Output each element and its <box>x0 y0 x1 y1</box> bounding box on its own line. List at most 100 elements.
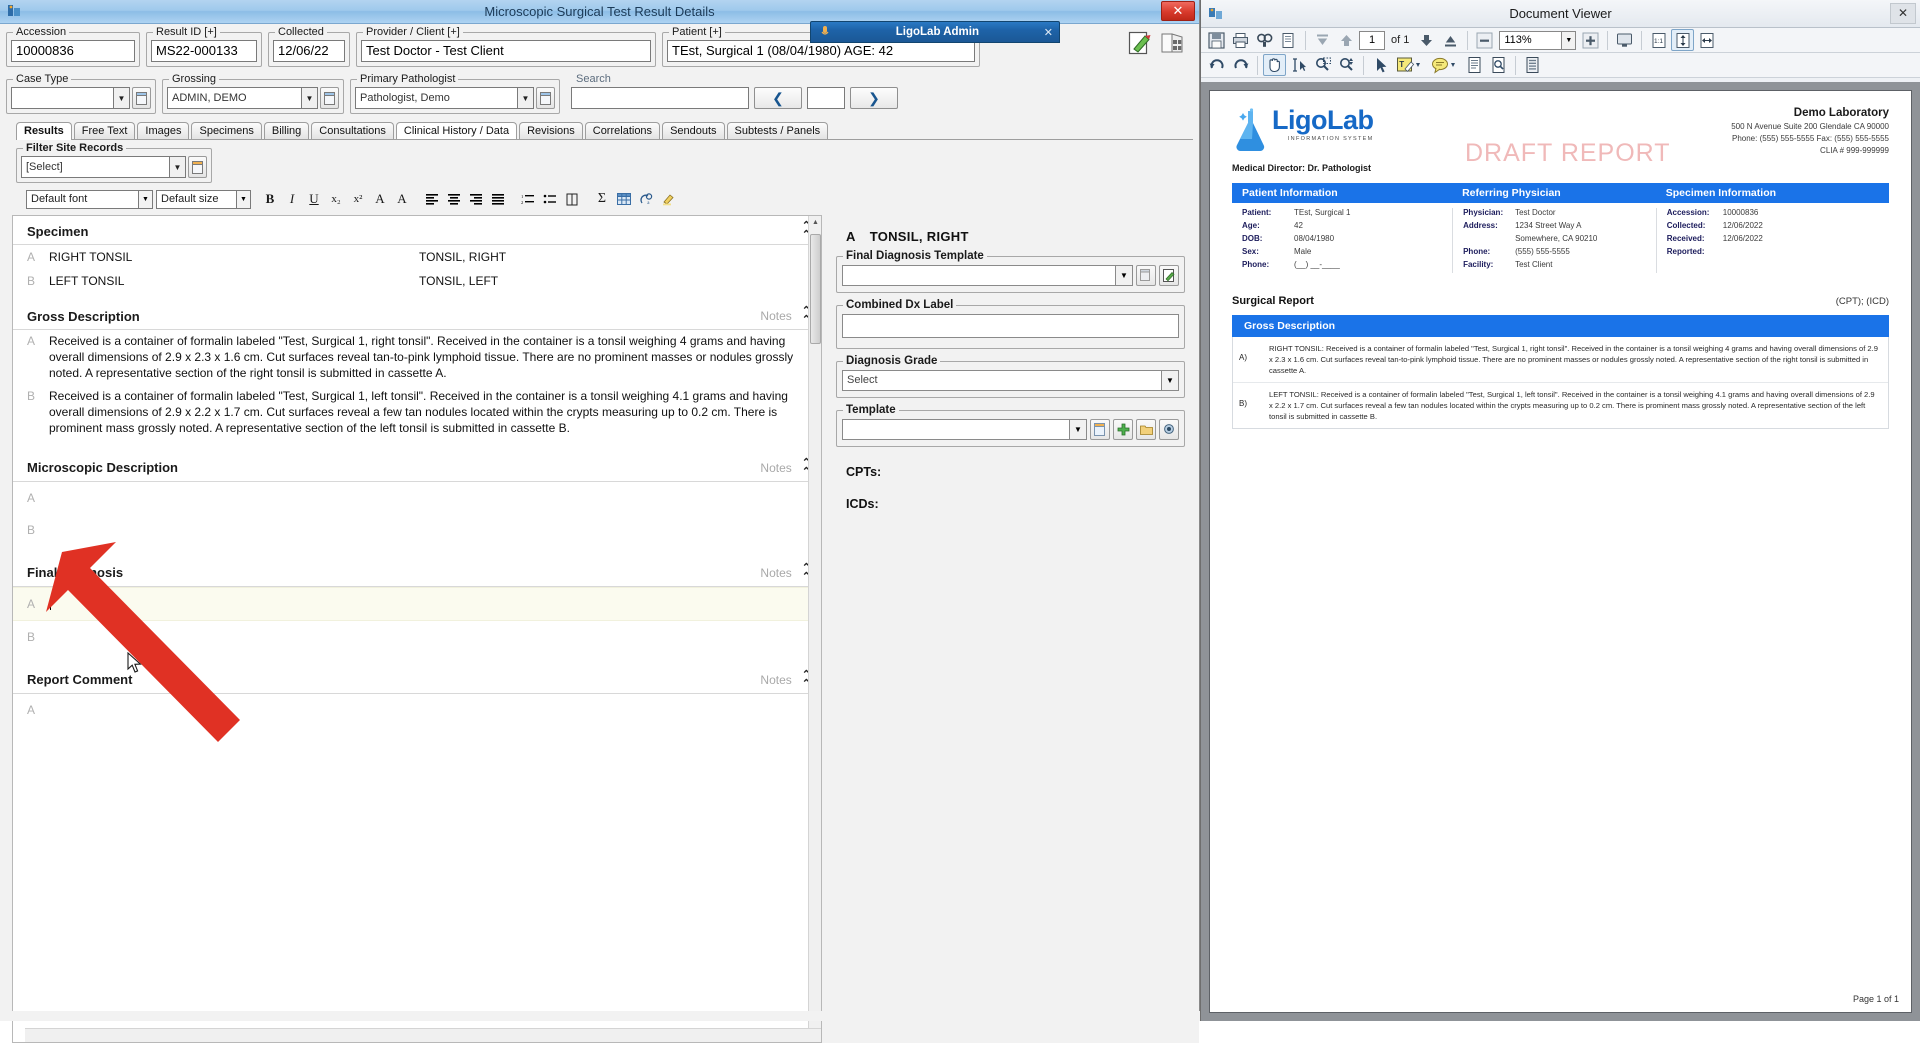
report-comment-notes-link[interactable]: Notes <box>760 673 791 687</box>
close-icon[interactable]: ✕ <box>1044 26 1053 39</box>
insert-field-button[interactable] <box>561 189 583 209</box>
insert-table-button[interactable] <box>613 189 635 209</box>
font-family-value[interactable]: Default font <box>26 189 138 209</box>
align-right-button[interactable] <box>465 189 487 209</box>
tab-revisions[interactable]: Revisions <box>519 122 583 139</box>
thumbnail-button[interactable] <box>1487 54 1510 76</box>
font-color-button[interactable]: A <box>369 189 391 209</box>
final-diagnosis-template-copy-button[interactable] <box>1136 265 1156 286</box>
tab-billing[interactable]: Billing <box>263 122 310 139</box>
rotate-right-button[interactable] <box>1229 54 1252 76</box>
chevron-down-icon[interactable]: ▼ <box>113 87 130 109</box>
next-page-button[interactable] <box>1415 29 1438 51</box>
search-counter[interactable] <box>807 87 845 109</box>
tab-subtests-panels[interactable]: Subtests / Panels <box>726 122 829 139</box>
chevron-down-icon[interactable]: ▼ <box>236 189 251 209</box>
case-type-lookup-button[interactable] <box>132 87 151 109</box>
item-text[interactable]: Received is a container of formalin labe… <box>49 334 805 381</box>
filter-lookup-button[interactable] <box>188 156 207 178</box>
tab-specimens[interactable]: Specimens <box>191 122 262 139</box>
zoom-rectangle-button[interactable] <box>1311 54 1334 76</box>
provider-client-value[interactable]: Test Doctor - Test Client <box>361 40 651 62</box>
pan-hand-button[interactable] <box>1263 54 1286 76</box>
document-properties-button[interactable] <box>1463 54 1486 76</box>
grossing-value[interactable]: ADMIN, DEMO <box>167 87 301 109</box>
zoom-level-value[interactable]: 113% <box>1499 30 1562 50</box>
template-add-button[interactable] <box>1113 419 1133 440</box>
final-diagnosis-item[interactable]: B <box>13 621 821 653</box>
chevron-down-icon[interactable]: ▼ <box>301 87 318 109</box>
grossing-lookup-button[interactable] <box>320 87 339 109</box>
page-setup-button[interactable] <box>1277 29 1300 51</box>
superscript-button[interactable]: x² <box>347 189 369 209</box>
align-left-button[interactable] <box>421 189 443 209</box>
primary-pathologist-value[interactable]: Pathologist, Demo <box>355 87 517 109</box>
microscopic-description-notes-link[interactable]: Notes <box>760 461 791 475</box>
edit-document-icon[interactable] <box>1127 30 1153 59</box>
select-arrow-button[interactable] <box>1369 54 1392 76</box>
accession-value[interactable]: 10000836 <box>11 40 135 62</box>
font-style-button[interactable]: A <box>391 189 413 209</box>
tab-images[interactable]: Images <box>137 122 190 139</box>
template-value[interactable] <box>842 419 1069 440</box>
chevron-down-icon[interactable]: ▼ <box>517 87 534 109</box>
print-button[interactable] <box>1229 29 1252 51</box>
sigma-button[interactable]: Σ <box>591 189 613 209</box>
ligolab-admin-window-tab[interactable]: LigoLab Admin ✕ <box>810 21 1060 43</box>
microscopic-description-item[interactable]: B <box>13 514 821 546</box>
patient-value[interactable]: TEst, Surgical 1 (08/04/1980) AGE: 42 <box>667 40 975 62</box>
chevron-down-icon[interactable]: ▼ <box>1161 370 1179 391</box>
document-viewer-close-button[interactable]: ✕ <box>1890 3 1916 24</box>
horizontal-scrollbar[interactable] <box>25 1028 821 1042</box>
scroll-up-arrow-icon[interactable]: ▲ <box>809 216 821 229</box>
numbered-list-button[interactable]: 12 <box>517 189 539 209</box>
diagnosis-grade-combo[interactable]: Select ▼ <box>842 370 1179 391</box>
find-button[interactable] <box>1253 29 1276 51</box>
rotate-left-button[interactable] <box>1205 54 1228 76</box>
case-type-value[interactable] <box>11 87 113 109</box>
zoom-combo[interactable]: 113% ▼ <box>1499 30 1577 50</box>
highlight-button[interactable] <box>657 189 679 209</box>
chevron-down-icon[interactable]: ▼ <box>1069 419 1087 440</box>
tab-clinical-history-data[interactable]: Clinical History / Data <box>395 122 518 139</box>
chevron-down-icon[interactable]: ▼ <box>169 156 186 178</box>
filter-site-records-value[interactable]: [Select] <box>21 156 169 178</box>
font-size-value[interactable]: Default size <box>156 189 236 209</box>
zoom-in-button[interactable] <box>1579 29 1602 51</box>
pages-panel-button[interactable] <box>1521 54 1544 76</box>
underline-button[interactable]: U <box>303 189 325 209</box>
result-id-value[interactable]: MS22-000133 <box>151 40 257 62</box>
comment-button[interactable] <box>1428 54 1462 76</box>
first-page-button[interactable] <box>1311 29 1334 51</box>
template-search-button[interactable] <box>1159 419 1179 440</box>
align-justify-button[interactable] <box>487 189 509 209</box>
final-diagnosis-template-value[interactable] <box>842 265 1115 286</box>
grossing-combo[interactable]: ADMIN, DEMO ▼ <box>167 87 318 109</box>
fit-page-button[interactable] <box>1671 29 1695 51</box>
search-next-button[interactable]: ❯ <box>850 87 898 109</box>
report-comment-item[interactable]: A <box>13 694 821 726</box>
final-diagnosis-item-active[interactable]: A <box>13 586 821 621</box>
text-annotation-button[interactable]: T <box>1393 54 1427 76</box>
gross-description-item[interactable]: A Received is a container of formalin la… <box>13 330 821 385</box>
vertical-scrollbar[interactable]: ▲ <box>808 216 821 1029</box>
item-text[interactable]: Received is a container of formalin labe… <box>49 389 805 436</box>
bold-button[interactable]: B <box>259 189 281 209</box>
search-previous-button[interactable]: ❮ <box>754 87 802 109</box>
spellcheck-button[interactable]: a <box>635 189 657 209</box>
combined-dx-label-input[interactable] <box>842 314 1179 338</box>
template-new-button[interactable] <box>1090 419 1110 440</box>
previous-page-button[interactable] <box>1335 29 1358 51</box>
tab-free-text[interactable]: Free Text <box>73 122 136 139</box>
tab-results[interactable]: Results <box>16 122 72 140</box>
fullscreen-button[interactable] <box>1613 29 1636 51</box>
tab-correlations[interactable]: Correlations <box>584 122 661 139</box>
microscopic-description-item[interactable]: A <box>13 482 821 514</box>
template-combo[interactable]: ▼ <box>842 419 1087 440</box>
window-close-button[interactable]: ✕ <box>1161 1 1195 21</box>
filter-site-records-combo[interactable]: [Select] ▼ <box>21 156 186 178</box>
tab-sendouts[interactable]: Sendouts <box>662 122 725 139</box>
dynamic-zoom-button[interactable] <box>1335 54 1358 76</box>
zoom-out-button[interactable] <box>1473 29 1496 51</box>
vertical-scroll-thumb[interactable] <box>810 234 821 344</box>
